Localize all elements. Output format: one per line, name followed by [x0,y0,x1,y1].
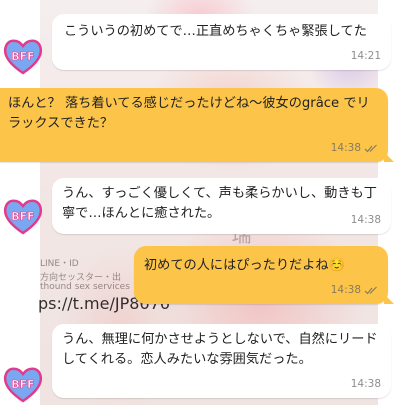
avatar-label: BFF [11,50,34,63]
incoming-message-bubble[interactable]: うん、無理に何かさせようとしないで、自然にリードしてくれる。恋人みたいな雰囲気だ… [52,324,391,398]
avatar-label: BFF [11,210,34,223]
bubble-tail [384,294,394,304]
message-time: 14:38 [350,214,381,226]
incoming-message-bubble[interactable]: うん、すっごく優しくて、声も柔らかいし、動きも丁寧で…ほんとに癒された。 14:… [52,178,391,234]
message-meta: 14:21 [351,46,381,66]
outgoing-message-bubble[interactable]: 初めての人にはぴったりだよね☺️ 14:38 [134,246,394,304]
bff-avatar-icon[interactable]: BFF [2,36,44,76]
bubble-tail [384,152,394,162]
watermark-line: thound sex services [40,282,130,292]
message-text: こういうの初めてで…正直めちゃくちゃ緊張してた [64,24,367,39]
message-text: うん、無理に何かさせようとしないで、自然にリードしてくれる。恋人みたいな雰囲気だ… [62,332,378,367]
message-text: うん、すっごく優しくて、声も柔らかいし、動きも丁寧で…ほんとに癒された。 [62,186,377,221]
message-meta: 14:38 [331,280,378,300]
watermark-line: LINE・ID [40,259,79,269]
outgoing-message-bubble[interactable]: ほんと？ 落ち着いてる感じだったけどね～彼女のgrâce でリラックスできた？ … [0,88,394,162]
message-meta: 14:38 [351,210,381,230]
avatar-label: BFF [11,378,34,391]
message-meta: 14:38 [331,138,378,158]
message-meta: 14:38 [351,374,381,394]
bff-avatar-icon[interactable]: BFF [2,196,44,236]
double-check-icon [364,144,378,153]
message-text: 初めての人にはぴったりだよね☺️ [144,258,346,273]
bff-avatar-icon[interactable]: BFF [2,364,44,404]
message-time: 14:38 [330,284,361,296]
message-time: 14:38 [350,378,381,390]
message-text: ほんと？ 落ち着いてる感じだったけどね～彼女のgrâce でリラックスできた？ [8,96,370,131]
message-time: 14:21 [350,50,381,62]
double-check-icon [364,286,378,295]
message-time: 14:38 [330,142,361,154]
incoming-message-bubble[interactable]: こういうの初めてで…正直めちゃくちゃ緊張してた 14:21 [52,14,391,70]
